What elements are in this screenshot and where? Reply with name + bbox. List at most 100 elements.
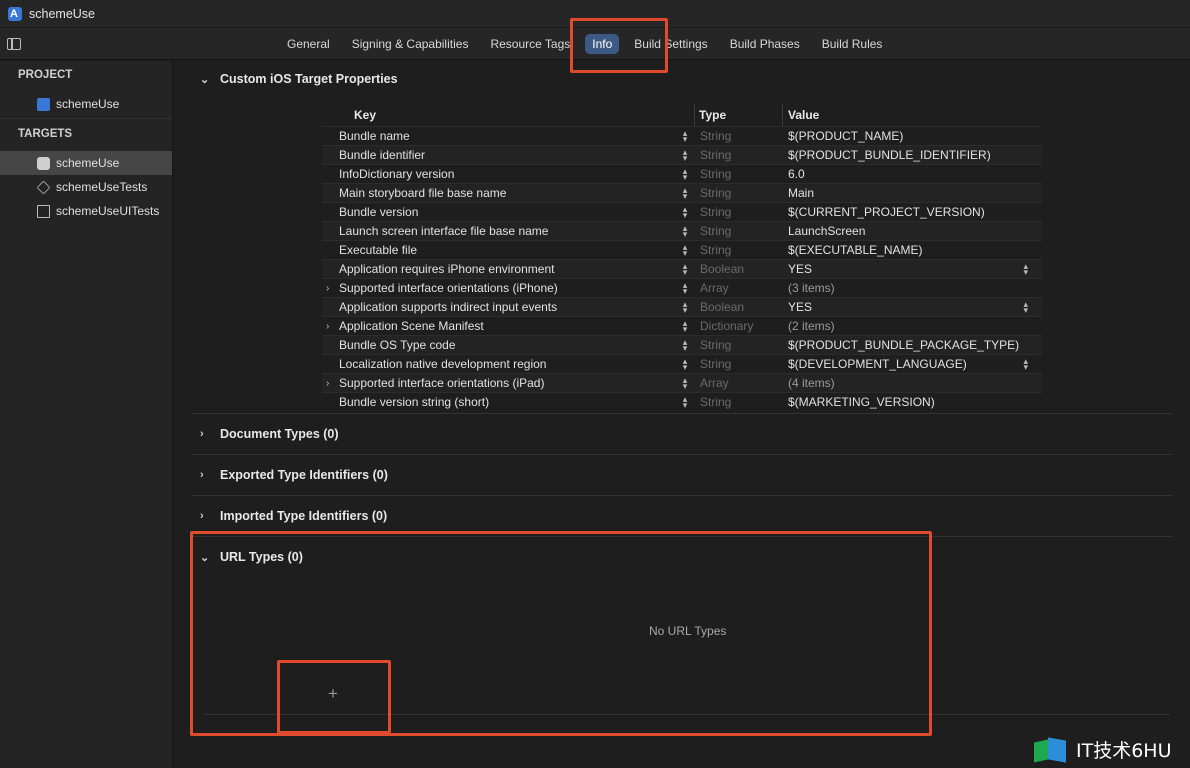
value-cell[interactable]: 6.0 (783, 165, 1042, 183)
key-stepper-icon[interactable]: ▴ ▾ (681, 148, 689, 163)
type-cell[interactable]: String (695, 336, 783, 354)
value-cell[interactable]: $(CURRENT_PROJECT_VERSION) (783, 203, 1042, 221)
value-popup-icon[interactable]: ▴ ▾ (1023, 262, 1028, 277)
type-cell[interactable]: String (695, 184, 783, 202)
table-row[interactable]: › Supported interface orientations (iPad)… (322, 373, 1042, 392)
type-cell[interactable]: String (695, 222, 783, 240)
key-stepper-icon[interactable]: ▴ ▾ (681, 129, 689, 144)
key-stepper-icon[interactable]: ▴ ▾ (681, 376, 689, 391)
type-cell[interactable]: String (695, 355, 783, 373)
table-row[interactable]: › Supported interface orientations (iPhon… (322, 278, 1042, 297)
sidebar-item-target-uitests[interactable]: schemeUseUITests (0, 199, 172, 223)
value-cell[interactable]: LaunchScreen (783, 222, 1042, 240)
table-row[interactable]: InfoDictionary version ▴ ▾ String 6.0 (322, 164, 1042, 183)
section-document-types[interactable]: › Document Types (0) (200, 427, 339, 441)
sidebar-toggle-icon[interactable] (7, 38, 21, 50)
key-cell[interactable]: Bundle version string (short) ▴ ▾ (322, 393, 695, 411)
type-cell[interactable]: Dictionary (695, 317, 783, 335)
key-cell[interactable]: Main storyboard file base name ▴ ▾ (322, 184, 695, 202)
table-row[interactable]: Bundle OS Type code ▴ ▾ String $(PRODUCT_BUN… (322, 335, 1042, 354)
value-cell[interactable]: $(PRODUCT_BUNDLE_IDENTIFIER) (783, 146, 1042, 164)
value-cell[interactable]: (2 items) (783, 317, 1042, 335)
key-cell[interactable]: Bundle name ▴ ▾ (322, 127, 695, 145)
type-cell[interactable]: String (695, 203, 783, 221)
table-row[interactable]: Bundle identifier ▴ ▾ String $(PRODUCT_BUNDL… (322, 145, 1042, 164)
value-cell[interactable]: $(DEVELOPMENT_LANGUAGE) ▴ ▾ (783, 355, 1042, 373)
key-cell[interactable]: InfoDictionary version ▴ ▾ (322, 165, 695, 183)
table-row[interactable]: Localization native development region ▴ ▾… (322, 354, 1042, 373)
key-cell[interactable]: Executable file ▴ ▾ (322, 241, 695, 259)
column-header-key[interactable]: Key (322, 104, 695, 126)
tab-info[interactable]: Info (585, 34, 620, 54)
key-stepper-icon[interactable]: ▴ ▾ (681, 281, 689, 296)
key-cell[interactable]: Bundle OS Type code ▴ ▾ (322, 336, 695, 354)
disclosure-chevron-icon[interactable]: › (326, 279, 329, 298)
key-stepper-icon[interactable]: ▴ ▾ (681, 338, 689, 353)
key-cell[interactable]: Application requires iPhone environment ▴… (322, 260, 695, 278)
section-url-types[interactable]: ⌄ URL Types (0) (200, 550, 303, 564)
value-popup-icon[interactable]: ▴ ▾ (1023, 300, 1028, 315)
key-stepper-icon[interactable]: ▴ ▾ (681, 243, 689, 258)
section-imported-types[interactable]: › Imported Type Identifiers (0) (200, 509, 387, 523)
key-stepper-icon[interactable]: ▴ ▾ (681, 224, 689, 239)
section-exported-types[interactable]: › Exported Type Identifiers (0) (200, 468, 388, 482)
table-row[interactable]: Bundle version string (short) ▴ ▾ String $(M… (322, 392, 1042, 411)
table-row[interactable]: Bundle version ▴ ▾ String $(CURRENT_PROJECT_… (322, 202, 1042, 221)
tab-resource-tags[interactable]: Resource Tags (479, 34, 581, 54)
tab-build-rules[interactable]: Build Rules (811, 34, 894, 54)
table-row[interactable]: › Application Scene Manifest ▴ ▾ Dictionary (… (322, 316, 1042, 335)
key-stepper-icon[interactable]: ▴ ▾ (681, 319, 689, 334)
value-cell[interactable]: Main (783, 184, 1042, 202)
value-cell[interactable]: (3 items) (783, 279, 1042, 297)
key-cell[interactable]: Localization native development region ▴ ▾ (322, 355, 695, 373)
key-cell[interactable]: Bundle version ▴ ▾ (322, 203, 695, 221)
type-cell[interactable]: String (695, 165, 783, 183)
key-cell[interactable]: Launch screen interface file base name ▴ ▾ (322, 222, 695, 240)
column-header-value[interactable]: Value (783, 104, 819, 126)
table-row[interactable]: Main storyboard file base name ▴ ▾ String Ma… (322, 183, 1042, 202)
sidebar-item-target-tests[interactable]: schemeUseTests (0, 175, 172, 199)
table-row[interactable]: Bundle name ▴ ▾ String $(PRODUCT_NAME) (322, 126, 1042, 145)
key-stepper-icon[interactable]: ▴ ▾ (681, 262, 689, 277)
table-row[interactable]: Application supports indirect input even… (322, 297, 1042, 316)
key-cell[interactable]: › Supported interface orientations (iPhon… (322, 279, 695, 297)
disclosure-chevron-icon[interactable]: › (326, 317, 329, 336)
section-custom-properties[interactable]: ⌄ Custom iOS Target Properties (200, 72, 398, 86)
key-cell[interactable]: › Application Scene Manifest ▴ ▾ (322, 317, 695, 335)
type-cell[interactable]: String (695, 241, 783, 259)
sidebar-item-target-app[interactable]: schemeUse (0, 151, 172, 175)
tab-build-phases[interactable]: Build Phases (719, 34, 811, 54)
tab-signing-capabilities[interactable]: Signing & Capabilities (341, 34, 480, 54)
type-cell[interactable]: Boolean (695, 298, 783, 316)
key-stepper-icon[interactable]: ▴ ▾ (681, 300, 689, 315)
table-row[interactable]: Executable file ▴ ▾ String $(EXECUTABLE_NAME… (322, 240, 1042, 259)
value-cell[interactable]: YES ▴ ▾ (783, 260, 1042, 278)
disclosure-chevron-icon[interactable]: › (326, 374, 329, 393)
value-cell[interactable]: (4 items) (783, 374, 1042, 392)
value-cell[interactable]: $(MARKETING_VERSION) (783, 393, 1042, 411)
sidebar-item-project[interactable]: schemeUse (0, 92, 172, 116)
value-popup-icon[interactable]: ▴ ▾ (1023, 357, 1028, 372)
key-stepper-icon[interactable]: ▴ ▾ (681, 186, 689, 201)
table-row[interactable]: Launch screen interface file base name ▴ ▾… (322, 221, 1042, 240)
type-cell[interactable]: String (695, 127, 783, 145)
value-cell[interactable]: YES ▴ ▾ (783, 298, 1042, 316)
key-stepper-icon[interactable]: ▴ ▾ (681, 357, 689, 372)
key-stepper-icon[interactable]: ▴ ▾ (681, 395, 689, 410)
key-cell[interactable]: Bundle identifier ▴ ▾ (322, 146, 695, 164)
value-cell[interactable]: $(PRODUCT_BUNDLE_PACKAGE_TYPE) (783, 336, 1042, 354)
type-cell[interactable]: Array (695, 279, 783, 297)
type-cell[interactable]: Array (695, 374, 783, 392)
key-stepper-icon[interactable]: ▴ ▾ (681, 205, 689, 220)
key-cell[interactable]: Application supports indirect input even… (322, 298, 695, 316)
column-header-type[interactable]: Type (695, 104, 783, 126)
type-cell[interactable]: String (695, 146, 783, 164)
tab-build-settings[interactable]: Build Settings (623, 34, 718, 54)
type-cell[interactable]: String (695, 393, 783, 411)
value-cell[interactable]: $(PRODUCT_NAME) (783, 127, 1042, 145)
table-row[interactable]: Application requires iPhone environment ▴… (322, 259, 1042, 278)
tab-general[interactable]: General (276, 34, 341, 54)
add-url-type-button[interactable]: + (328, 684, 338, 704)
type-cell[interactable]: Boolean (695, 260, 783, 278)
key-stepper-icon[interactable]: ▴ ▾ (681, 167, 689, 182)
